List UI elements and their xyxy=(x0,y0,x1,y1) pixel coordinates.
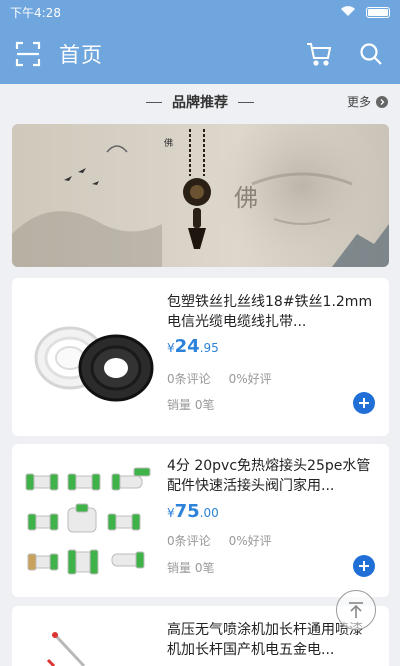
divider xyxy=(146,101,162,103)
cart-icon[interactable] xyxy=(304,39,334,69)
product-name: 4分 20pvc免热熔接头25pe水管配件快速活接头阀门家用... xyxy=(167,458,371,494)
add-to-cart-button[interactable] xyxy=(353,392,375,414)
app-bar: 首页 xyxy=(0,24,400,84)
plus-icon xyxy=(359,561,369,571)
sales-count: 销量 0笔 xyxy=(167,398,215,412)
positive-rating: 0%好评 xyxy=(228,372,272,386)
divider xyxy=(238,101,254,103)
product-card[interactable]: 包塑铁丝扎丝线18#铁丝1.2mm电信光缆电缆线扎带... ¥24.95 0条评… xyxy=(12,278,389,436)
more-link[interactable]: 更多 xyxy=(347,93,388,110)
add-to-cart-button[interactable] xyxy=(353,555,375,577)
product-image xyxy=(20,614,162,666)
section-title: 品牌推荐 xyxy=(172,95,228,111)
product-price: ¥75.00 xyxy=(167,501,219,522)
status-time: 下午4:28 xyxy=(10,5,61,20)
search-icon[interactable] xyxy=(356,39,386,69)
positive-rating: 0%好评 xyxy=(228,534,272,548)
product-meta: 0条评论 0%好评 xyxy=(167,532,272,549)
banner-image: 佛 佛 xyxy=(12,124,389,267)
sales-count: 销量 0笔 xyxy=(167,561,215,575)
product-meta: 0条评论 0%好评 xyxy=(167,370,272,387)
review-count: 0条评论 xyxy=(167,372,211,386)
arrow-up-icon xyxy=(349,602,363,618)
product-image xyxy=(20,288,162,428)
back-to-top-button[interactable] xyxy=(336,590,376,630)
svg-text:佛: 佛 xyxy=(164,137,173,149)
chevron-right-icon xyxy=(376,95,388,108)
scan-icon[interactable] xyxy=(14,40,42,68)
status-bar: 下午4:28 xyxy=(0,0,400,24)
wifi-icon xyxy=(340,5,356,20)
brand-section-header: 品牌推荐 xyxy=(0,86,400,118)
battery-icon xyxy=(366,6,390,18)
product-price: ¥24.95 xyxy=(167,336,219,357)
product-name: 包塑铁丝扎丝线18#铁丝1.2mm电信光缆电缆线扎带... xyxy=(167,294,373,330)
product-card[interactable]: 高压无气喷涂机加长杆通用喷漆机加长杆国产机电五金电... xyxy=(12,606,389,666)
product-image xyxy=(20,450,162,590)
page-title: 首页 xyxy=(59,43,103,67)
review-count: 0条评论 xyxy=(167,534,211,548)
product-card[interactable]: 4分 20pvc免热熔接头25pe水管配件快速活接头阀门家用... ¥75.00… xyxy=(12,444,389,597)
more-label: 更多 xyxy=(346,95,371,109)
brand-banner[interactable]: 佛 佛 xyxy=(12,124,389,267)
svg-text:佛: 佛 xyxy=(234,184,258,212)
plus-icon xyxy=(359,398,369,408)
